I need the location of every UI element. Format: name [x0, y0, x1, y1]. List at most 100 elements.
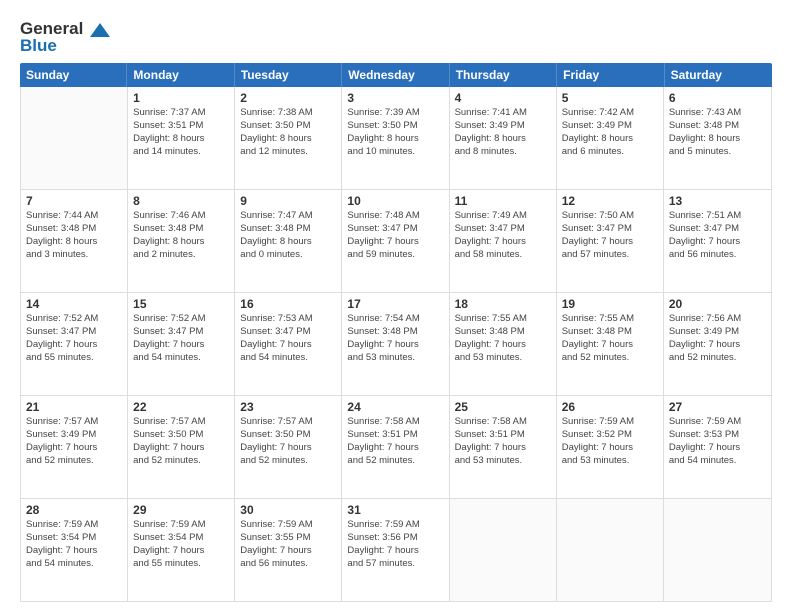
- day-info: Sunrise: 7:56 AMSunset: 3:49 PMDaylight:…: [669, 313, 766, 364]
- calendar-cell: 19 Sunrise: 7:55 AMSunset: 3:48 PMDayligh…: [557, 293, 664, 395]
- day-number: 10: [347, 194, 443, 208]
- day-info: Sunrise: 7:57 AMSunset: 3:50 PMDaylight:…: [133, 416, 229, 467]
- day-number: 31: [347, 503, 443, 517]
- day-number: 21: [26, 400, 122, 414]
- day-number: 4: [455, 91, 551, 105]
- calendar-cell: 13 Sunrise: 7:51 AMSunset: 3:47 PMDayligh…: [664, 190, 771, 292]
- day-number: 13: [669, 194, 766, 208]
- calendar-cell: 14 Sunrise: 7:52 AMSunset: 3:47 PMDayligh…: [21, 293, 128, 395]
- day-info: Sunrise: 7:59 AMSunset: 3:54 PMDaylight:…: [133, 519, 229, 570]
- day-info: Sunrise: 7:55 AMSunset: 3:48 PMDaylight:…: [562, 313, 658, 364]
- calendar-week-4: 21 Sunrise: 7:57 AMSunset: 3:49 PMDayligh…: [21, 396, 771, 499]
- page: General Blue SundayMondayTuesdayWednesda…: [0, 0, 792, 612]
- day-number: 29: [133, 503, 229, 517]
- calendar-cell: 9 Sunrise: 7:47 AMSunset: 3:48 PMDaylight…: [235, 190, 342, 292]
- day-info: Sunrise: 7:58 AMSunset: 3:51 PMDaylight:…: [347, 416, 443, 467]
- calendar-header: SundayMondayTuesdayWednesdayThursdayFrid…: [20, 63, 772, 87]
- day-info: Sunrise: 7:59 AMSunset: 3:52 PMDaylight:…: [562, 416, 658, 467]
- day-info: Sunrise: 7:42 AMSunset: 3:49 PMDaylight:…: [562, 107, 658, 158]
- calendar-cell: 26 Sunrise: 7:59 AMSunset: 3:52 PMDayligh…: [557, 396, 664, 498]
- day-info: Sunrise: 7:37 AMSunset: 3:51 PMDaylight:…: [133, 107, 229, 158]
- day-number: 27: [669, 400, 766, 414]
- day-number: 7: [26, 194, 122, 208]
- calendar-cell: 31 Sunrise: 7:59 AMSunset: 3:56 PMDayligh…: [342, 499, 449, 601]
- calendar-cell: 30 Sunrise: 7:59 AMSunset: 3:55 PMDayligh…: [235, 499, 342, 601]
- calendar-cell: 16 Sunrise: 7:53 AMSunset: 3:47 PMDayligh…: [235, 293, 342, 395]
- calendar-cell: 22Sunrise: 7:57 AMSunset: 3:50 PMDayligh…: [128, 396, 235, 498]
- day-number: 30: [240, 503, 336, 517]
- day-info: Sunrise: 7:59 AMSunset: 3:53 PMDaylight:…: [669, 416, 766, 467]
- calendar-cell: 1 Sunrise: 7:37 AMSunset: 3:51 PMDaylight…: [128, 87, 235, 189]
- day-number: 19: [562, 297, 658, 311]
- day-number: 11: [455, 194, 551, 208]
- weekday-header-sunday: Sunday: [20, 63, 127, 87]
- day-number: 1: [133, 91, 229, 105]
- logo: General Blue: [20, 16, 110, 55]
- calendar-cell: 17Sunrise: 7:54 AMSunset: 3:48 PMDayligh…: [342, 293, 449, 395]
- day-info: Sunrise: 7:51 AMSunset: 3:47 PMDaylight:…: [669, 210, 766, 261]
- calendar: SundayMondayTuesdayWednesdayThursdayFrid…: [20, 63, 772, 602]
- day-number: 15: [133, 297, 229, 311]
- calendar-cell: [557, 499, 664, 601]
- day-number: 3: [347, 91, 443, 105]
- day-info: Sunrise: 7:59 AMSunset: 3:55 PMDaylight:…: [240, 519, 336, 570]
- calendar-cell: 18 Sunrise: 7:55 AMSunset: 3:48 PMDayligh…: [450, 293, 557, 395]
- day-number: 8: [133, 194, 229, 208]
- day-number: 14: [26, 297, 122, 311]
- day-info: Sunrise: 7:59 AMSunset: 3:56 PMDaylight:…: [347, 519, 443, 570]
- day-info: Sunrise: 7:49 AMSunset: 3:47 PMDaylight:…: [455, 210, 551, 261]
- day-info: Sunrise: 7:54 AMSunset: 3:48 PMDaylight:…: [347, 313, 443, 364]
- calendar-cell: [450, 499, 557, 601]
- calendar-cell: 29 Sunrise: 7:59 AMSunset: 3:54 PMDayligh…: [128, 499, 235, 601]
- day-number: 12: [562, 194, 658, 208]
- calendar-cell: 21 Sunrise: 7:57 AMSunset: 3:49 PMDayligh…: [21, 396, 128, 498]
- day-info: Sunrise: 7:44 AMSunset: 3:48 PMDaylight:…: [26, 210, 122, 261]
- day-number: 16: [240, 297, 336, 311]
- day-info: Sunrise: 7:50 AMSunset: 3:47 PMDaylight:…: [562, 210, 658, 261]
- calendar-cell: [664, 499, 771, 601]
- weekday-header-monday: Monday: [127, 63, 234, 87]
- day-info: Sunrise: 7:59 AMSunset: 3:54 PMDaylight:…: [26, 519, 122, 570]
- day-info: Sunrise: 7:41 AMSunset: 3:49 PMDaylight:…: [455, 107, 551, 158]
- calendar-cell: 25 Sunrise: 7:58 AMSunset: 3:51 PMDayligh…: [450, 396, 557, 498]
- day-number: 26: [562, 400, 658, 414]
- day-info: Sunrise: 7:47 AMSunset: 3:48 PMDaylight:…: [240, 210, 336, 261]
- calendar-cell: 5 Sunrise: 7:42 AMSunset: 3:49 PMDaylight…: [557, 87, 664, 189]
- weekday-header-saturday: Saturday: [665, 63, 772, 87]
- day-info: Sunrise: 7:53 AMSunset: 3:47 PMDaylight:…: [240, 313, 336, 364]
- calendar-body: 1 Sunrise: 7:37 AMSunset: 3:51 PMDaylight…: [20, 87, 772, 602]
- calendar-cell: 4 Sunrise: 7:41 AMSunset: 3:49 PMDaylight…: [450, 87, 557, 189]
- day-info: Sunrise: 7:58 AMSunset: 3:51 PMDaylight:…: [455, 416, 551, 467]
- day-info: Sunrise: 7:52 AMSunset: 3:47 PMDaylight:…: [26, 313, 122, 364]
- day-number: 5: [562, 91, 658, 105]
- calendar-cell: 20 Sunrise: 7:56 AMSunset: 3:49 PMDayligh…: [664, 293, 771, 395]
- day-number: 24: [347, 400, 443, 414]
- day-number: 20: [669, 297, 766, 311]
- calendar-cell: 10 Sunrise: 7:48 AMSunset: 3:47 PMDayligh…: [342, 190, 449, 292]
- calendar-week-1: 1 Sunrise: 7:37 AMSunset: 3:51 PMDaylight…: [21, 87, 771, 190]
- logo-blue: Blue: [20, 37, 110, 56]
- day-number: 18: [455, 297, 551, 311]
- weekday-header-thursday: Thursday: [450, 63, 557, 87]
- header: General Blue: [20, 16, 772, 55]
- weekday-header-tuesday: Tuesday: [235, 63, 342, 87]
- day-info: Sunrise: 7:55 AMSunset: 3:48 PMDaylight:…: [455, 313, 551, 364]
- calendar-cell: 27 Sunrise: 7:59 AMSunset: 3:53 PMDayligh…: [664, 396, 771, 498]
- calendar-cell: 11 Sunrise: 7:49 AMSunset: 3:47 PMDayligh…: [450, 190, 557, 292]
- calendar-cell: 8 Sunrise: 7:46 AMSunset: 3:48 PMDaylight…: [128, 190, 235, 292]
- weekday-header-friday: Friday: [557, 63, 664, 87]
- calendar-week-2: 7 Sunrise: 7:44 AMSunset: 3:48 PMDaylight…: [21, 190, 771, 293]
- day-number: 25: [455, 400, 551, 414]
- day-info: Sunrise: 7:57 AMSunset: 3:49 PMDaylight:…: [26, 416, 122, 467]
- day-number: 2: [240, 91, 336, 105]
- day-info: Sunrise: 7:57 AMSunset: 3:50 PMDaylight:…: [240, 416, 336, 467]
- calendar-cell: 12 Sunrise: 7:50 AMSunset: 3:47 PMDayligh…: [557, 190, 664, 292]
- day-number: 6: [669, 91, 766, 105]
- day-info: Sunrise: 7:48 AMSunset: 3:47 PMDaylight:…: [347, 210, 443, 261]
- calendar-cell: 3Sunrise: 7:39 AMSunset: 3:50 PMDaylight…: [342, 87, 449, 189]
- day-info: Sunrise: 7:52 AMSunset: 3:47 PMDaylight:…: [133, 313, 229, 364]
- calendar-cell: 28Sunrise: 7:59 AMSunset: 3:54 PMDayligh…: [21, 499, 128, 601]
- day-info: Sunrise: 7:46 AMSunset: 3:48 PMDaylight:…: [133, 210, 229, 261]
- calendar-cell: 24 Sunrise: 7:58 AMSunset: 3:51 PMDayligh…: [342, 396, 449, 498]
- day-number: 9: [240, 194, 336, 208]
